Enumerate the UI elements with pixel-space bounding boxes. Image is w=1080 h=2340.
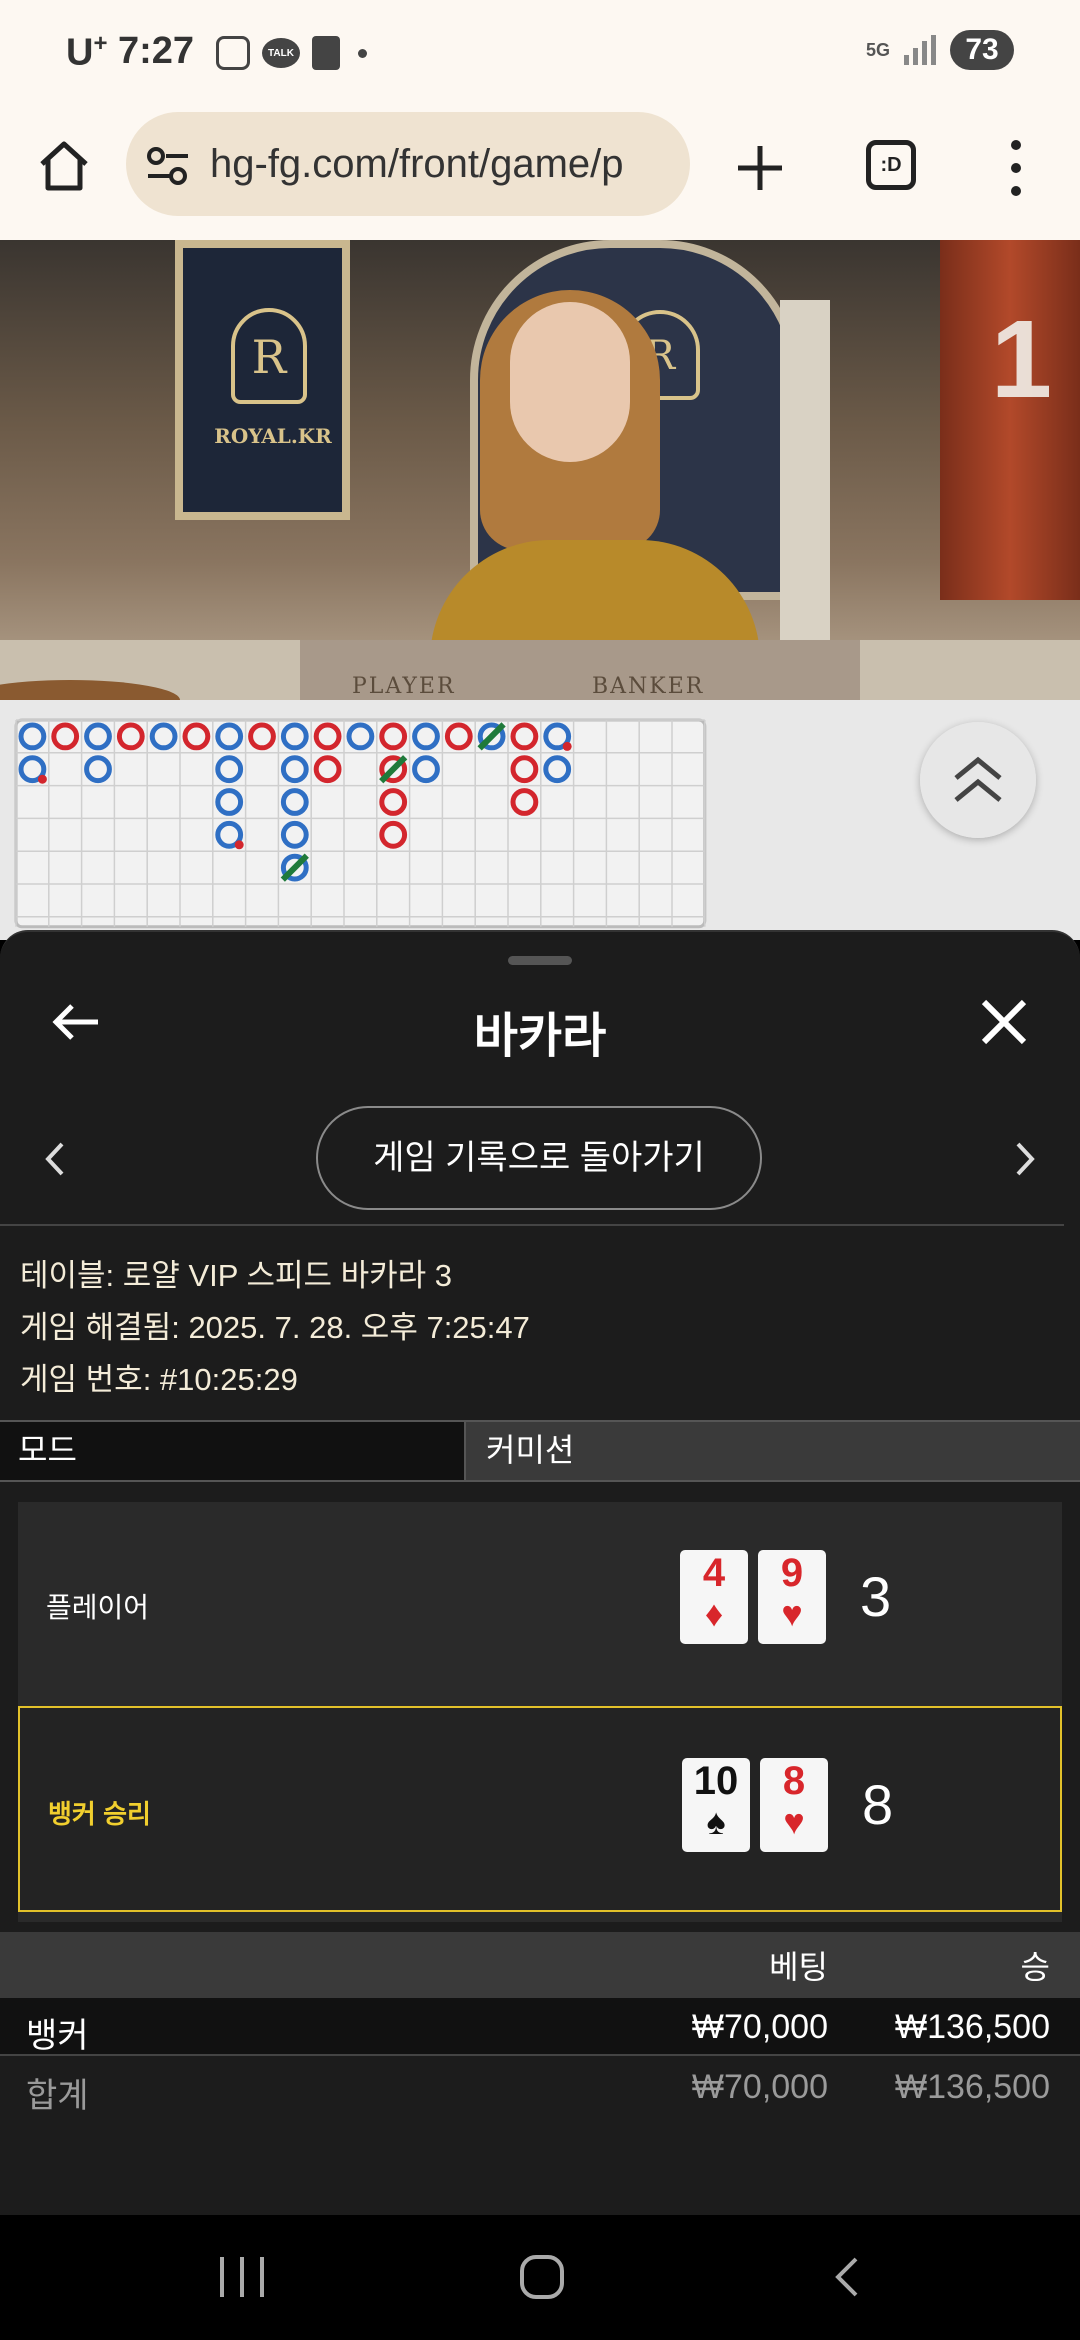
pair-dot [234, 840, 244, 850]
dealer-head [510, 302, 630, 462]
close-icon[interactable] [976, 994, 1032, 1050]
royal-crest-icon: R [231, 308, 307, 404]
win-column-header: 승 [1020, 1949, 1050, 1985]
url-text[interactable]: hg-fg.com/front/game/p [210, 142, 680, 187]
road-grid [14, 718, 707, 929]
return-to-history-button[interactable]: 게임 기록으로 돌아가기 [316, 1106, 762, 1210]
site-settings-icon[interactable] [146, 146, 190, 186]
game-history-sheet: 바카라 게임 기록으로 돌아가기 테이블: 로얄 VIP 스피드 바카라 3 게… [0, 930, 1080, 2215]
total-label: 합계 [26, 2077, 89, 2115]
system-nav-bar [0, 2215, 1080, 2340]
recent-apps-icon[interactable] [220, 2257, 264, 2297]
sheet-drag-handle[interactable] [508, 956, 572, 965]
carrier-label: U+ [66, 30, 108, 74]
playing-card: 10 ♠ [682, 1758, 750, 1852]
playing-card: 4 ♦ [680, 1550, 748, 1644]
wall-logo-text: ROYAL.KR [214, 424, 332, 448]
banker-win-label: 뱅커 승리 [48, 1799, 151, 1829]
total-bet: ₩70,000 [691, 2068, 828, 2106]
total-win: ₩136,500 [895, 2068, 1050, 2106]
more-menu-icon[interactable] [1004, 140, 1028, 196]
sheet-title: 바카라 [473, 1010, 607, 1063]
bet-column-header: 베팅 [769, 1949, 828, 1985]
status-bar: U+ 7:27 TALK 5G 73 [0, 0, 1080, 110]
hand-result: 플레이어 4 ♦ 9 ♥ 3 뱅커 승리 10 ♠ 8 ♥ 8 [18, 1502, 1062, 1922]
table-row: 뱅커 ₩70,000 ₩136,500 [0, 1998, 1080, 2056]
playing-card: 8 ♥ [760, 1758, 828, 1852]
b-app-icon [312, 36, 340, 70]
table-player-text: PLAYER [352, 674, 456, 699]
heart-suit-icon: ♥ [783, 1801, 805, 1842]
mode-value: 커미션 [486, 1432, 575, 1468]
banker-hand-row: 뱅커 승리 10 ♠ 8 ♥ 8 [18, 1706, 1062, 1912]
wall-logo-panel: R ROYAL.KR [175, 240, 350, 520]
clock: 7:27 [118, 30, 195, 72]
diamond-suit-icon: ♦ [704, 1593, 724, 1634]
back-nav-icon[interactable] [832, 2255, 862, 2299]
screenshot-icon [216, 36, 250, 70]
live-dealer-video[interactable]: R ROYAL.KR R PLAYER BANKER 1 [0, 240, 1080, 700]
expand-up-button[interactable] [920, 722, 1036, 838]
mode-row: 모드 커미션 [0, 1420, 1080, 1482]
table-info: 테이블: 로얄 VIP 스피드 바카라 3 [20, 1258, 453, 1293]
home-icon[interactable] [36, 138, 92, 194]
bet-table-header: 베팅 승 [0, 1932, 1080, 1998]
win-amount: ₩136,500 [895, 2008, 1050, 2046]
network-5g-icon: 5G [865, 40, 890, 60]
pillar [780, 300, 830, 660]
home-nav-icon[interactable] [520, 2255, 564, 2299]
signal-icon [904, 35, 936, 65]
banker-score: 8 [862, 1773, 894, 1836]
mode-label: 모드 [0, 1422, 466, 1480]
previous-game-chevron-icon[interactable] [40, 1134, 70, 1184]
battery-icon: 73 [950, 30, 1014, 70]
bet-name: 뱅커 [26, 2017, 89, 2055]
heart-suit-icon: ♥ [781, 1593, 803, 1634]
bead-road-scoreboard[interactable] [0, 700, 1080, 940]
address-bar[interactable]: hg-fg.com/front/game/p [126, 112, 690, 216]
double-chevron-up-icon [954, 756, 1002, 802]
road-frame [14, 718, 707, 929]
kakaotalk-icon: TALK [262, 38, 300, 68]
bet-amount: ₩70,000 [691, 2008, 828, 2046]
playing-card: 9 ♥ [758, 1550, 826, 1644]
spade-suit-icon: ♠ [706, 1801, 726, 1842]
new-tab-icon[interactable] [732, 140, 788, 196]
total-row: 합계 ₩70,000 ₩136,500 [0, 2058, 1080, 2116]
next-game-chevron-icon[interactable] [1010, 1134, 1040, 1184]
resolved-info: 게임 해결됨: 2025. 7. 28. 오후 7:25:47 [20, 1310, 530, 1345]
table-number: 1 [990, 298, 1052, 421]
divider [0, 1224, 1064, 1226]
pair-dot [562, 741, 572, 751]
player-label: 플레이어 [46, 1592, 150, 1623]
table-banker-text: BANKER [592, 674, 705, 699]
game-number-info: 게임 번호: #10:25:29 [20, 1362, 298, 1397]
player-score: 3 [860, 1565, 892, 1628]
pair-dot [37, 774, 47, 784]
tab-switcher-button[interactable]: :D [866, 140, 916, 190]
browser-toolbar: hg-fg.com/front/game/p :D [0, 110, 1080, 240]
more-notifications-dot [358, 48, 367, 58]
player-hand-row: 플레이어 4 ♦ 9 ♥ 3 [18, 1502, 1062, 1706]
